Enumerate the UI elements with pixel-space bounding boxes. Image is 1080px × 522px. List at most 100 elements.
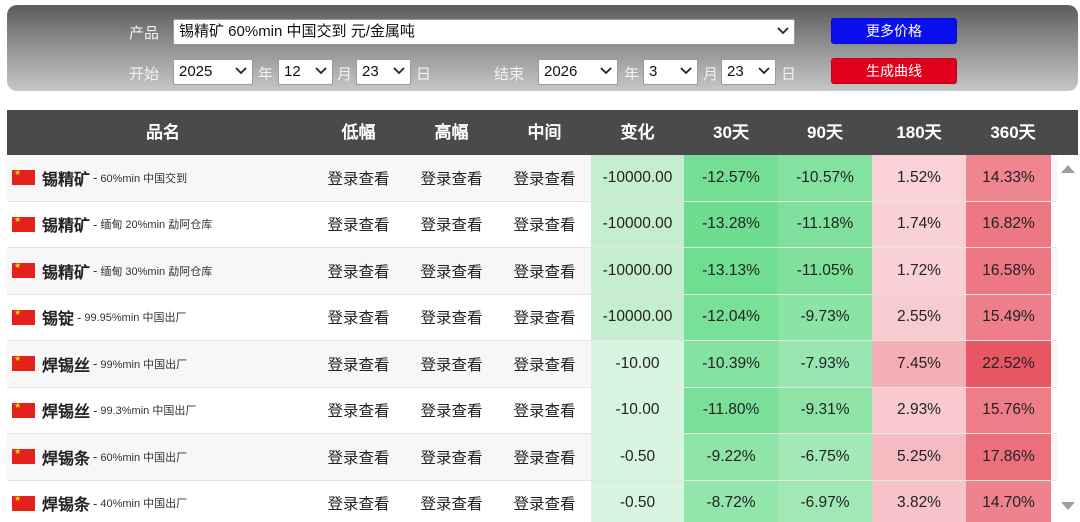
- login-to-view-link[interactable]: 登录查看: [312, 248, 405, 294]
- change-value: -10000.00: [591, 248, 684, 294]
- login-to-view-link[interactable]: 登录查看: [498, 388, 591, 434]
- name-separator: -: [93, 170, 98, 186]
- name-separator: -: [93, 402, 98, 418]
- login-to-view-link[interactable]: 登录查看: [312, 202, 405, 248]
- login-to-view-link[interactable]: 登录查看: [312, 481, 405, 522]
- scroll-up-arrow-icon[interactable]: [1061, 165, 1075, 173]
- year-unit-label: 年: [624, 66, 640, 83]
- pct-d30-value: -12.04%: [684, 294, 778, 340]
- login-to-view-link[interactable]: 登录查看: [405, 155, 498, 201]
- login-to-view-link[interactable]: 登录查看: [312, 341, 405, 387]
- pct-d30-value: -12.57%: [684, 155, 778, 201]
- pct-d360-value: 22.52%: [966, 341, 1051, 387]
- start-year-value: 2025: [179, 63, 213, 80]
- product-spec: 40%min 中国出厂: [100, 498, 188, 511]
- product-name[interactable]: 锡精矿: [42, 166, 90, 190]
- name-separator: -: [93, 263, 98, 279]
- product-name[interactable]: 焊锡丝: [42, 398, 90, 422]
- login-to-view-link[interactable]: 登录查看: [498, 341, 591, 387]
- start-day-select[interactable]: 23: [356, 59, 411, 85]
- pct-d30-value: -9.22%: [684, 434, 778, 480]
- generate-curve-button[interactable]: 生成曲线: [831, 58, 957, 84]
- chevron-down-icon: [235, 67, 247, 75]
- chevron-down-icon: [758, 67, 770, 75]
- login-to-view-link[interactable]: 登录查看: [498, 295, 591, 341]
- pct-d360-value: 16.58%: [966, 248, 1051, 294]
- login-to-view-link[interactable]: 登录查看: [312, 155, 405, 201]
- more-prices-button[interactable]: 更多价格: [831, 18, 957, 44]
- pct-d90-value: -10.57%: [778, 155, 872, 201]
- login-to-view-link[interactable]: 登录查看: [405, 295, 498, 341]
- pct-d180-value: 2.55%: [872, 294, 966, 340]
- pct-d30-value: -8.72%: [684, 480, 778, 522]
- name-separator: -: [93, 216, 98, 232]
- end-year-value: 2026: [544, 63, 578, 80]
- product-name[interactable]: 焊锡条: [42, 491, 90, 515]
- pct-d90-value: -9.73%: [778, 294, 872, 340]
- start-month-select[interactable]: 12: [278, 59, 333, 85]
- china-flag-icon: [12, 168, 35, 186]
- pct-d90-value: -7.93%: [778, 341, 872, 387]
- chevron-down-icon: [315, 67, 327, 75]
- name-separator: -: [93, 449, 98, 465]
- pct-d180-value: 1.74%: [872, 201, 966, 247]
- product-spec: 99.95%min 中国出厂: [84, 312, 187, 325]
- pct-d360-value: 14.70%: [966, 480, 1051, 522]
- china-flag-icon: [12, 354, 35, 372]
- pct-d90-value: -6.75%: [778, 434, 872, 480]
- product-spec: 缅甸 30%min 勐阿仓库: [100, 265, 213, 278]
- pct-d180-value: 7.45%: [872, 341, 966, 387]
- name-separator: -: [93, 356, 98, 372]
- login-to-view-link[interactable]: 登录查看: [405, 388, 498, 434]
- scroll-down-arrow-icon[interactable]: [1061, 502, 1075, 510]
- pct-d180-value: 3.82%: [872, 480, 966, 522]
- login-to-view-link[interactable]: 登录查看: [498, 248, 591, 294]
- name-separator: -: [77, 309, 82, 325]
- product-select[interactable]: 锡精矿 60%min 中国交到 元/金属吨: [173, 19, 795, 45]
- login-to-view-link[interactable]: 登录查看: [312, 295, 405, 341]
- login-to-view-link[interactable]: 登录查看: [405, 248, 498, 294]
- table-header: 品名 低幅 高幅 中间 变化 30天 90天 180天 360天: [7, 110, 1078, 155]
- vertical-scrollbar[interactable]: [1057, 155, 1078, 522]
- header-90d: 90天: [807, 123, 843, 142]
- product-name-cell: 焊锡条-40%min 中国出厂: [7, 481, 312, 522]
- product-name[interactable]: 锡精矿: [42, 212, 90, 236]
- login-to-view-link[interactable]: 登录查看: [405, 434, 498, 480]
- end-month-value: 3: [649, 63, 658, 80]
- change-value: -10000.00: [591, 201, 684, 247]
- china-flag-icon: [12, 308, 35, 325]
- end-day-select[interactable]: 23: [721, 59, 776, 85]
- login-to-view-link[interactable]: 登录查看: [312, 388, 405, 434]
- login-to-view-link[interactable]: 登录查看: [498, 202, 591, 248]
- product-name[interactable]: 焊锡丝: [42, 352, 90, 376]
- start-month-value: 12: [284, 63, 301, 80]
- product-spec: 60%min 中国出厂: [100, 451, 188, 464]
- table-row: 锡锭-99.95%min 中国出厂登录查看登录查看登录查看-10000.00-1…: [7, 294, 1057, 341]
- change-value: -0.50: [591, 434, 684, 480]
- header-high: 高幅: [434, 123, 469, 142]
- login-to-view-link[interactable]: 登录查看: [498, 155, 591, 201]
- login-to-view-link[interactable]: 登录查看: [405, 481, 498, 522]
- change-value: -10000.00: [591, 155, 684, 201]
- header-30d: 30天: [713, 123, 749, 142]
- product-name-cell: 锡锭-99.95%min 中国出厂: [7, 295, 312, 341]
- chevron-down-icon: [600, 67, 612, 75]
- product-select-value: 锡精矿 60%min 中国交到 元/金属吨: [179, 23, 415, 40]
- login-to-view-link[interactable]: 登录查看: [405, 202, 498, 248]
- table-row: 锡精矿-缅甸 30%min 勐阿仓库登录查看登录查看登录查看-10000.00-…: [7, 248, 1057, 295]
- product-name[interactable]: 焊锡条: [42, 445, 90, 469]
- year-unit-label: 年: [258, 66, 274, 83]
- product-name[interactable]: 锡精矿: [42, 259, 90, 283]
- login-to-view-link[interactable]: 登录查看: [498, 434, 591, 480]
- login-to-view-link[interactable]: 登录查看: [405, 341, 498, 387]
- product-spec: 缅甸 20%min 勐阿仓库: [100, 219, 213, 232]
- start-year-select[interactable]: 2025: [173, 59, 253, 85]
- pct-d360-value: 17.86%: [966, 434, 1051, 480]
- pct-d90-value: -11.05%: [778, 248, 872, 294]
- end-month-select[interactable]: 3: [643, 59, 698, 85]
- header-180d: 180天: [896, 123, 942, 142]
- end-year-select[interactable]: 2026: [538, 59, 618, 85]
- login-to-view-link[interactable]: 登录查看: [498, 481, 591, 522]
- product-name[interactable]: 锡锭: [42, 305, 74, 329]
- login-to-view-link[interactable]: 登录查看: [312, 434, 405, 480]
